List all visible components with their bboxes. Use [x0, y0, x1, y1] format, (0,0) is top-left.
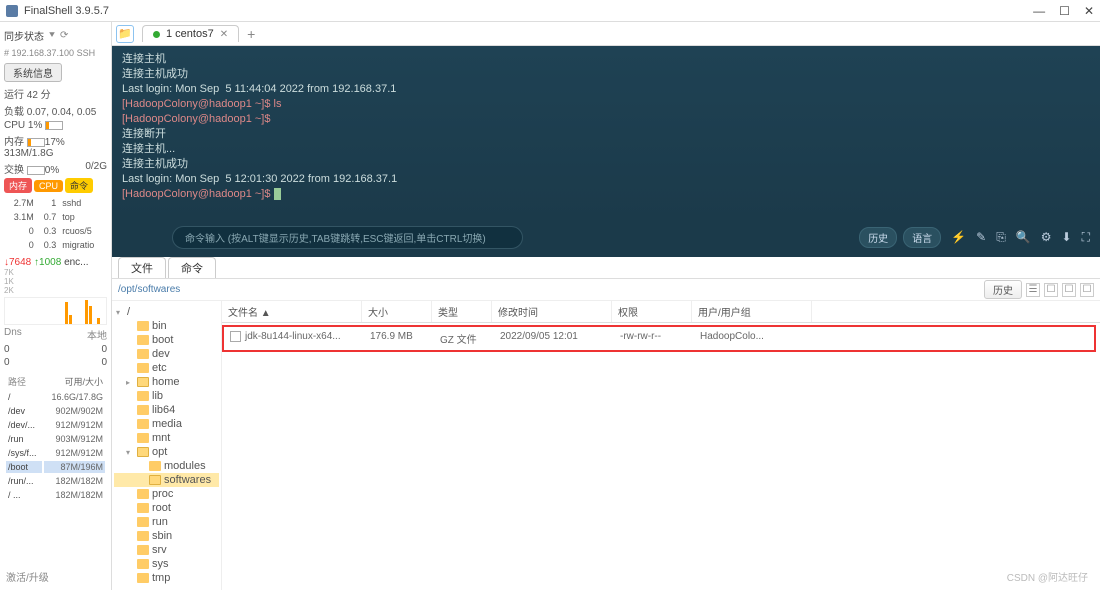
path-view-toggle[interactable]: ☰ — [1026, 283, 1040, 297]
col-mtime: 修改时间 — [492, 301, 612, 322]
download-icon[interactable]: ⬇ — [1062, 230, 1072, 245]
tab-close-icon[interactable]: ✕ — [220, 29, 228, 40]
cpu-line: CPU 1% — [4, 120, 107, 131]
refresh-icon[interactable]: ⟳ — [60, 30, 68, 41]
tree-node[interactable]: sys — [114, 557, 219, 571]
col-owner: 用户/用户组 — [692, 301, 812, 322]
uptime: 运行 42 分 — [4, 86, 107, 101]
path-box2[interactable]: ☐ — [1062, 283, 1076, 297]
pill-cmd[interactable]: 命令 — [65, 178, 93, 193]
tree-node[interactable]: tmp — [114, 571, 219, 585]
file-checkbox[interactable] — [230, 331, 241, 342]
bolt-icon[interactable]: ⚡ — [951, 230, 966, 245]
col-size: 大小 — [362, 301, 432, 322]
tree-node[interactable]: bin — [114, 319, 219, 333]
gear-icon[interactable]: ⚙ — [1041, 230, 1052, 245]
tab-commands[interactable]: 命令 — [168, 257, 216, 278]
highlighted-file-row: jdk-8u144-linux-x64... 176.9 MB GZ 文件 20… — [222, 325, 1096, 352]
tree-node-opt[interactable]: ▾opt — [114, 445, 219, 459]
load: 负载 0.07, 0.04, 0.05 — [4, 103, 107, 118]
window-title: FinalShell 3.9.5.7 — [24, 5, 1033, 17]
tree-node[interactable]: sbin — [114, 529, 219, 543]
path-box1[interactable]: ☐ — [1044, 283, 1058, 297]
dir-tree: ▾/ bin boot dev etc ▸home lib lib64 medi… — [112, 301, 222, 590]
tree-node[interactable]: boot — [114, 333, 219, 347]
command-input[interactable]: 命令输入 (按ALT键显示历史,TAB键跳转,ESC键返回,单击CTRL切换) — [172, 226, 523, 249]
net-stats: ↓7648 ↑1008 enc... — [4, 257, 107, 268]
folder-icon[interactable]: 📁 — [116, 25, 134, 43]
app-icon — [6, 5, 18, 17]
pill-mem[interactable]: 内存 — [4, 178, 32, 193]
tree-node[interactable]: media — [114, 417, 219, 431]
expand-icon[interactable]: ⛶ — [1082, 230, 1090, 245]
col-perm: 权限 — [612, 301, 692, 322]
tree-node[interactable]: run — [114, 515, 219, 529]
tree-node-softwares[interactable]: softwares — [114, 473, 219, 487]
activate-link[interactable]: 激活/升级 — [6, 569, 49, 584]
tab-label: 1 centos7 — [166, 28, 214, 40]
new-tab-button[interactable]: + — [247, 26, 255, 42]
tree-root[interactable]: ▾/ — [114, 305, 219, 319]
mem-line: 内存 17% 313M/1.8G — [4, 133, 107, 159]
path-breadcrumb[interactable]: /opt/softwares — [118, 284, 980, 295]
tree-node[interactable]: modules — [114, 459, 219, 473]
terminal[interactable]: 连接主机 连接主机成功 Last login: Mon Sep 5 11:44:… — [112, 46, 1100, 222]
edit-icon[interactable]: ✎ — [976, 230, 986, 245]
tree-node[interactable]: dev — [114, 347, 219, 361]
tree-node[interactable]: root — [114, 501, 219, 515]
swap-line: 交换 0% 0/2G — [4, 161, 107, 176]
col-type: 类型 — [432, 301, 492, 322]
tree-node[interactable]: lib — [114, 389, 219, 403]
file-header[interactable]: 文件名 ▲ 大小 类型 修改时间 权限 用户/用户组 — [222, 301, 1100, 323]
path-history-button[interactable]: 历史 — [984, 280, 1022, 299]
tab-files[interactable]: 文件 — [118, 257, 166, 278]
history-button[interactable]: 历史 — [859, 227, 897, 248]
maximize-button[interactable]: ☐ — [1059, 4, 1070, 18]
status-dot-icon — [153, 31, 160, 38]
sysinfo-button[interactable]: 系统信息 — [4, 63, 62, 82]
file-row[interactable]: jdk-8u144-linux-x64... 176.9 MB GZ 文件 20… — [224, 327, 1094, 350]
net-chart — [4, 297, 107, 325]
col-name: 文件名 ▲ — [222, 301, 362, 322]
disk-table: 路径可用/大小 /16.6G/17.8G /dev902M/902M /dev/… — [4, 372, 107, 503]
process-table: 2.7M1sshd 3.1M0.7top 00.3rcuos/5 00.3mig… — [4, 195, 107, 253]
path-box3[interactable]: ☐ — [1080, 283, 1094, 297]
pill-cpu[interactable]: CPU — [34, 180, 63, 192]
tree-node[interactable]: etc — [114, 361, 219, 375]
tree-node[interactable]: proc — [114, 487, 219, 501]
copy-icon[interactable]: ⎘ — [996, 230, 1006, 245]
tree-node[interactable]: srv — [114, 543, 219, 557]
host-ip: # 192.168.37.100 SSH — [4, 48, 107, 58]
search-icon[interactable]: 🔍 — [1016, 230, 1031, 245]
session-tab[interactable]: 1 centos7 ✕ — [142, 25, 239, 42]
tree-node[interactable]: lib64 — [114, 403, 219, 417]
watermark: CSDN @阿达旺仔 — [1007, 569, 1088, 584]
tree-node-home[interactable]: ▸home — [114, 375, 219, 389]
lang-button[interactable]: 语言 — [903, 227, 941, 248]
tree-node[interactable]: mnt — [114, 431, 219, 445]
sync-status-label: 同步状态 — [4, 28, 44, 43]
minimize-button[interactable]: — — [1033, 4, 1045, 18]
close-button[interactable]: ✕ — [1084, 4, 1094, 18]
